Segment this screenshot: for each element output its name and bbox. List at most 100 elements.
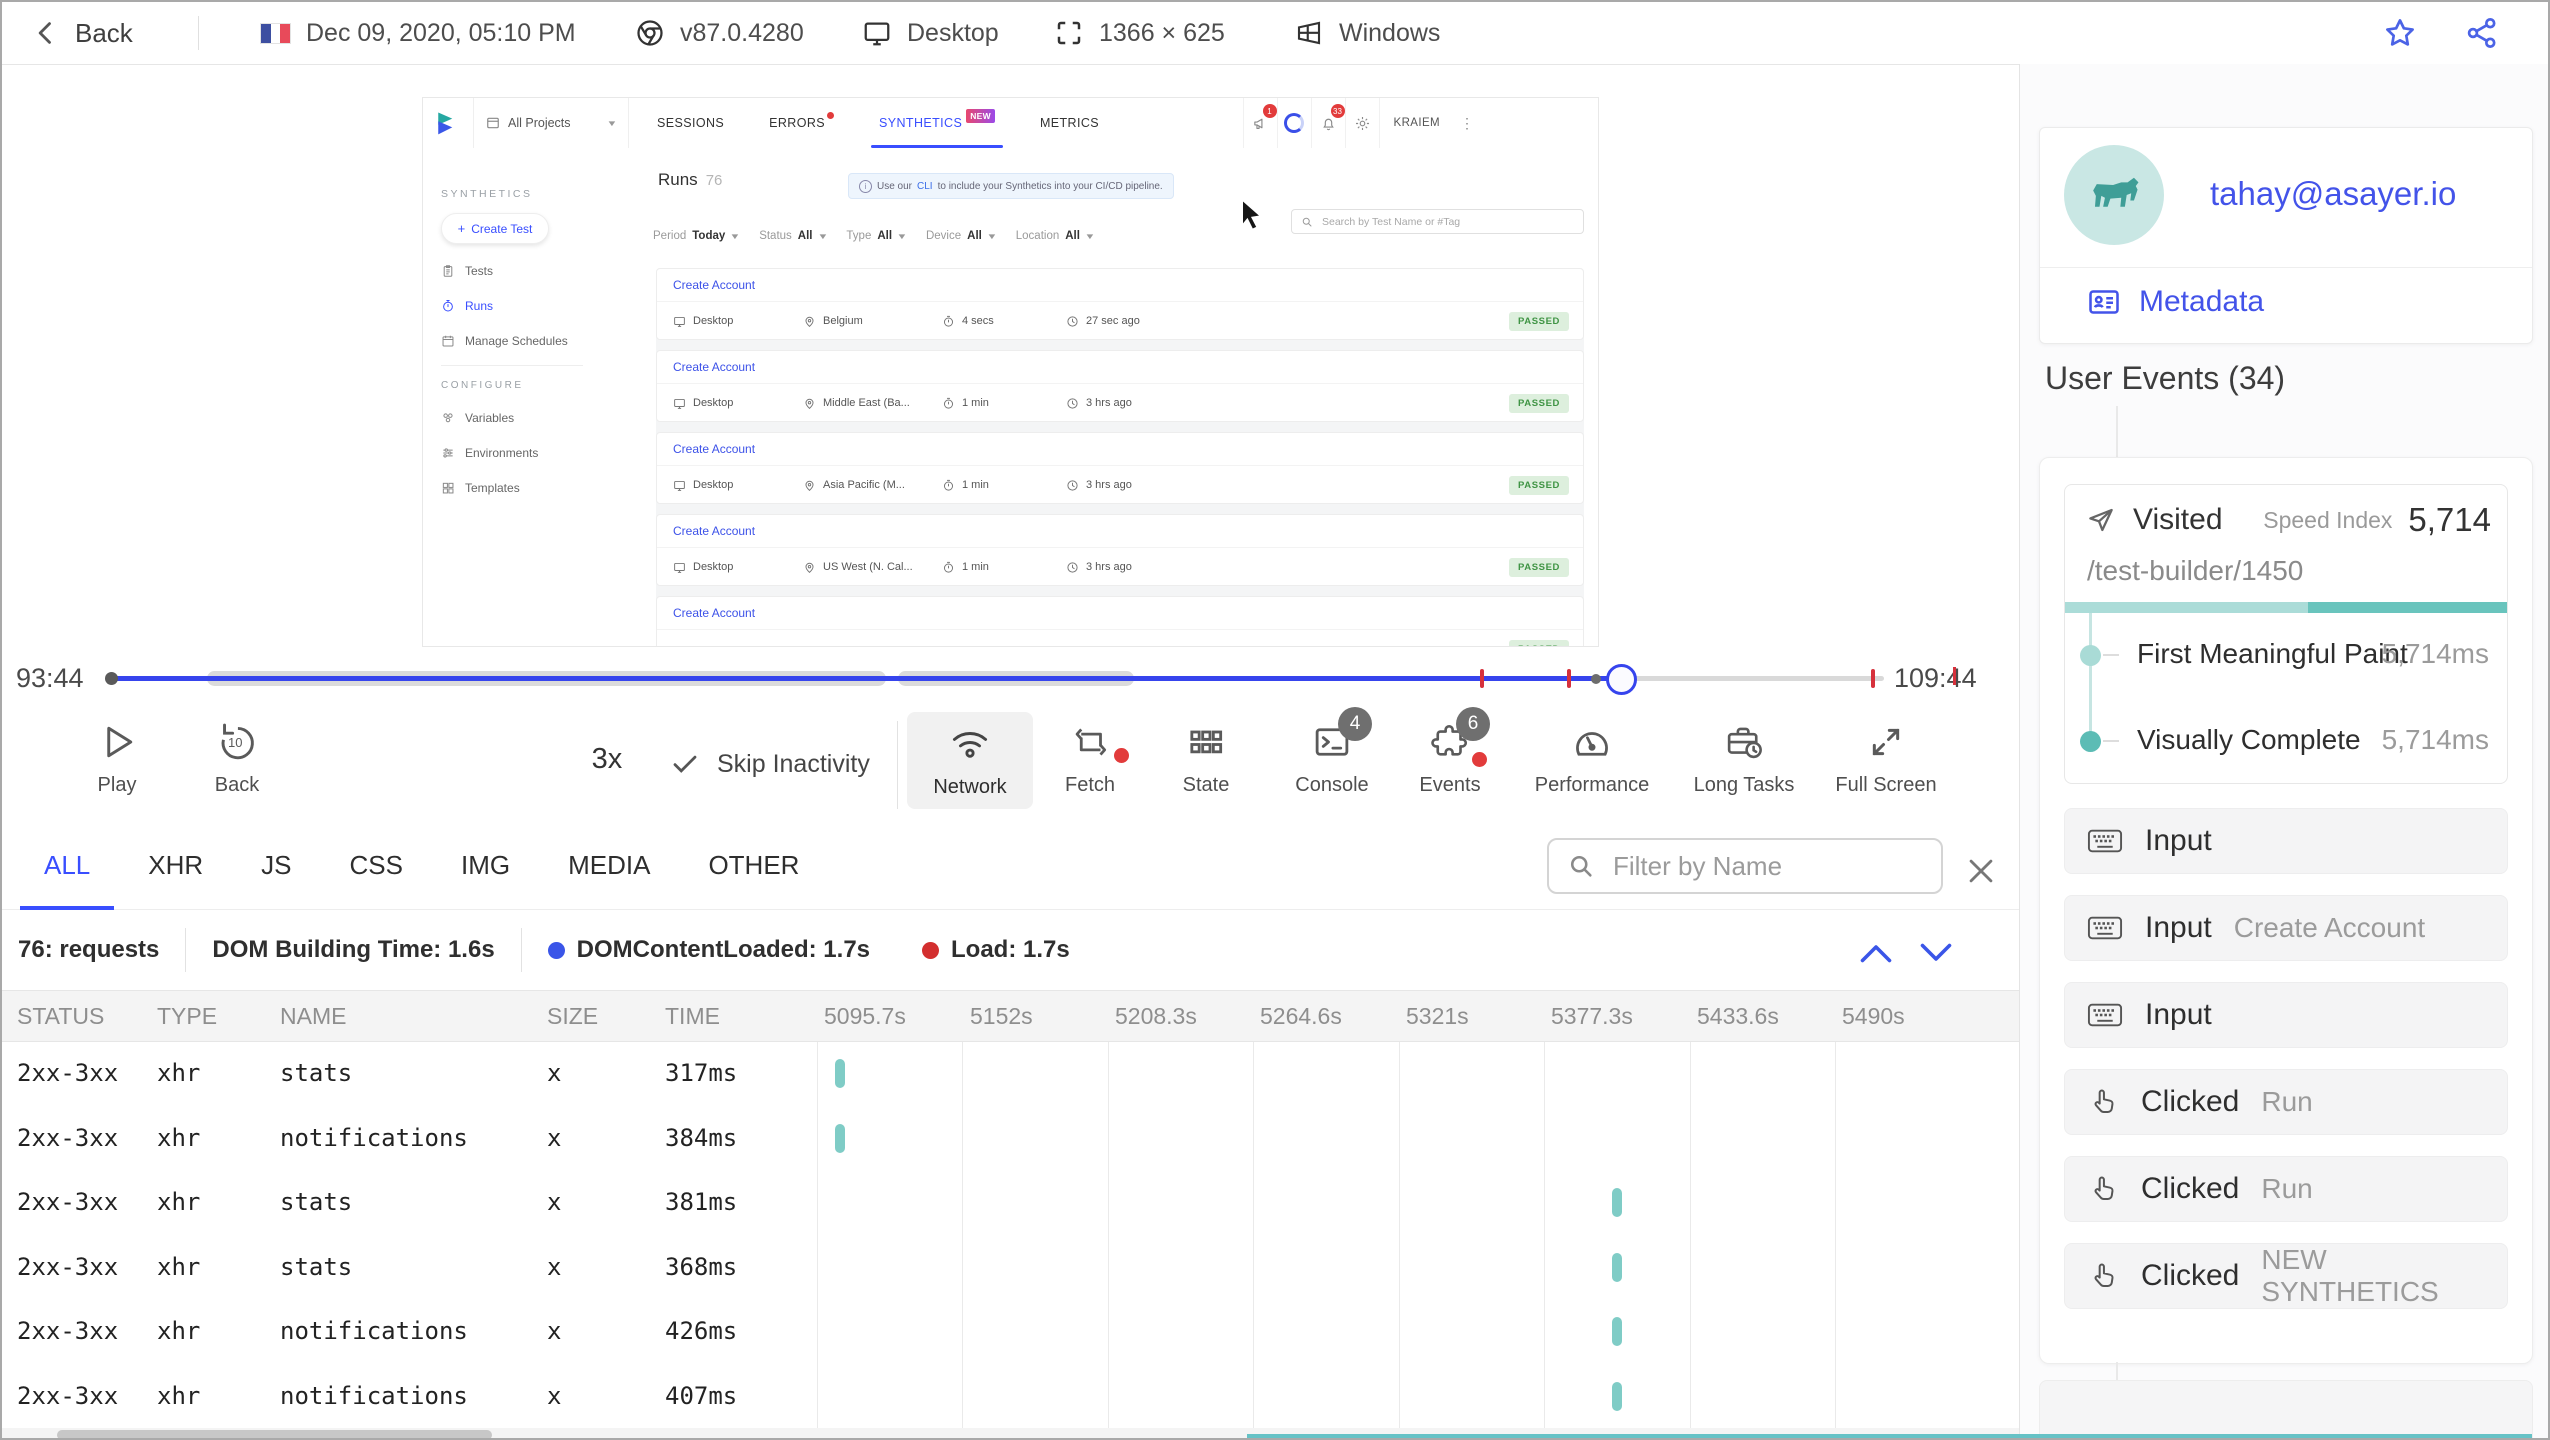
panel-console-button[interactable]: 4 Console <box>1272 707 1392 797</box>
cli-link[interactable]: CLI <box>917 181 933 192</box>
announcements-button[interactable]: 1 <box>1242 98 1277 148</box>
device-label: Desktop <box>907 18 999 47</box>
metadata-button[interactable]: Metadata <box>2086 284 2264 320</box>
run-title[interactable]: Create Account <box>657 597 1583 630</box>
col-time: TIME <box>665 1003 720 1029</box>
back-button[interactable]: Back <box>32 2 133 64</box>
share-button[interactable] <box>2464 2 2500 64</box>
run-title[interactable]: Create Account <box>657 515 1583 548</box>
panel-network-button[interactable]: Network <box>907 712 1033 809</box>
status-badge: PASSED <box>1509 393 1569 413</box>
error-marker[interactable] <box>1480 669 1484 688</box>
monitor-icon <box>673 397 686 410</box>
filter-location[interactable]: Location All ▼ <box>1016 230 1096 242</box>
sidebar-item-variables[interactable]: Variables <box>441 410 601 426</box>
sidebar-item-environments[interactable]: Environments <box>441 445 601 461</box>
filter-period[interactable]: Period Today ▼ <box>653 230 741 242</box>
run-row[interactable]: Create Account Desktop Belgium 4 secs 27… <box>656 268 1584 340</box>
table-row[interactable]: 2xx-3xx xhr stats x 381ms <box>2 1171 2019 1235</box>
play-icon <box>94 719 140 765</box>
table-row[interactable]: 2xx-3xx xhr stats x 317ms <box>2 1042 2019 1106</box>
user-email-link[interactable]: tahay@asayer.io <box>2210 175 2456 213</box>
notifications-button[interactable]: 33 <box>1310 98 1345 148</box>
project-selector-value: All Projects <box>508 116 571 130</box>
error-marker[interactable] <box>1871 669 1875 688</box>
gauge-icon <box>1569 719 1615 765</box>
filter-device[interactable]: Device All ▼ <box>926 230 997 242</box>
run-title[interactable]: Create Account <box>657 269 1583 302</box>
back-10s-button[interactable]: 10 Back <box>177 719 297 797</box>
sliders-icon <box>441 446 455 460</box>
table-row[interactable]: 2xx-3xx xhr notifications x 407ms <box>2 1365 2019 1429</box>
network-filter-input[interactable] <box>1611 849 1923 883</box>
error-marker[interactable] <box>1567 669 1571 688</box>
event-marker[interactable] <box>1591 674 1601 684</box>
panel-state-button[interactable]: State <box>1146 719 1266 797</box>
create-test-button[interactable]: + Create Test <box>441 213 549 244</box>
event-item-clicked[interactable]: Clicked Run <box>2064 1156 2508 1222</box>
event-item-clicked[interactable]: Clicked NEW SYNTHETICS <box>2064 1243 2508 1309</box>
table-row[interactable]: 2xx-3xx xhr notifications x 426ms <box>2 1300 2019 1364</box>
speed-toggle[interactable]: 3x <box>577 743 637 776</box>
requests-count: 76: requests <box>18 936 160 963</box>
network-tab-media[interactable]: MEDIA <box>568 822 650 910</box>
event-item-input[interactable]: Input Create Account <box>2064 895 2508 961</box>
full-screen-button[interactable]: Full Screen <box>1816 719 1956 797</box>
network-tab-js[interactable]: JS <box>261 822 291 910</box>
sidebar-item-runs[interactable]: Runs <box>441 298 601 314</box>
tab-synthetics[interactable]: SYNTHETICS NEW <box>871 98 1003 148</box>
favorite-button[interactable] <box>2382 2 2418 64</box>
sidebar-item-templates[interactable]: Templates <box>441 480 601 496</box>
user-menu[interactable]: KRAIEM <box>1378 98 1455 148</box>
search-icon <box>1567 852 1595 880</box>
settings-button[interactable] <box>1344 98 1379 148</box>
timeline-track[interactable] <box>105 647 1884 709</box>
table-row[interactable]: 2xx-3xx xhr stats x 368ms <box>2 1236 2019 1300</box>
project-selector[interactable]: All Projects ▼ <box>473 98 629 148</box>
table-row[interactable]: 2xx-3xx xhr notifications x 384ms <box>2 1107 2019 1171</box>
waterfall-marker <box>1612 1317 1622 1346</box>
network-tab-all[interactable]: ALL <box>20 822 115 910</box>
network-tab-css[interactable]: CSS <box>350 822 403 910</box>
check-icon <box>670 749 700 779</box>
network-tab-img[interactable]: IMG <box>461 822 510 910</box>
more-menu[interactable]: ⋮ <box>1454 115 1480 132</box>
waterfall-marker <box>835 1124 845 1153</box>
panel-performance-button[interactable]: Performance <box>1522 719 1662 797</box>
network-filter-box[interactable] <box>1547 838 1943 894</box>
next-event-card-partial[interactable] <box>2039 1380 2533 1438</box>
event-item-input[interactable]: Input <box>2064 808 2508 874</box>
event-item-clicked[interactable]: Clicked Run <box>2064 1069 2508 1135</box>
jump-previous-button[interactable] <box>1858 942 1894 964</box>
waterfall-marker <box>835 1059 845 1088</box>
run-row[interactable]: Create Account Desktop US West (N. Cal..… <box>656 514 1584 586</box>
network-tab-other[interactable]: OTHER <box>708 822 799 910</box>
filter-type[interactable]: Type All ▼ <box>846 230 907 242</box>
runs-search-input[interactable] <box>1320 214 1574 229</box>
run-row[interactable]: Create Account Desktop Middle East (Ba..… <box>656 350 1584 422</box>
run-title[interactable]: Create Account <box>657 351 1583 384</box>
run-row[interactable]: Create Account Desktop Asia Pacific (M..… <box>656 432 1584 504</box>
filter-status[interactable]: Status All ▼ <box>759 230 828 242</box>
sidebar-item-manage-schedules[interactable]: Manage Schedules <box>441 333 601 349</box>
playhead-handle[interactable] <box>1606 664 1637 695</box>
tab-errors[interactable]: ERRORS <box>769 98 835 148</box>
event-item-input[interactable]: Input <box>2064 982 2508 1048</box>
skip-inactivity-toggle[interactable]: Skip Inactivity <box>670 749 870 779</box>
scrollbar-thumb[interactable] <box>57 1430 492 1438</box>
play-button[interactable]: Play <box>57 719 177 797</box>
visited-event-card[interactable]: Visited Speed Index 5,714 /test-builder/… <box>2064 484 2508 784</box>
jump-next-button[interactable] <box>1918 942 1954 964</box>
run-title[interactable]: Create Account <box>657 433 1583 466</box>
run-row[interactable]: Create Account PASSED <box>656 596 1584 646</box>
loading-spinner <box>1276 98 1311 148</box>
tab-metrics[interactable]: METRICS <box>1040 98 1099 148</box>
panel-fetch-button[interactable]: Fetch <box>1030 719 1150 797</box>
runs-search[interactable] <box>1291 209 1584 234</box>
panel-long-tasks-button[interactable]: Long Tasks <box>1674 719 1814 797</box>
tab-sessions[interactable]: SESSIONS <box>657 98 724 148</box>
network-tab-xhr[interactable]: XHR <box>148 822 203 910</box>
close-panel-button[interactable] <box>1964 854 1998 888</box>
sidebar-item-tests[interactable]: Tests <box>441 263 601 279</box>
panel-events-button[interactable]: 6 Events <box>1390 707 1510 797</box>
